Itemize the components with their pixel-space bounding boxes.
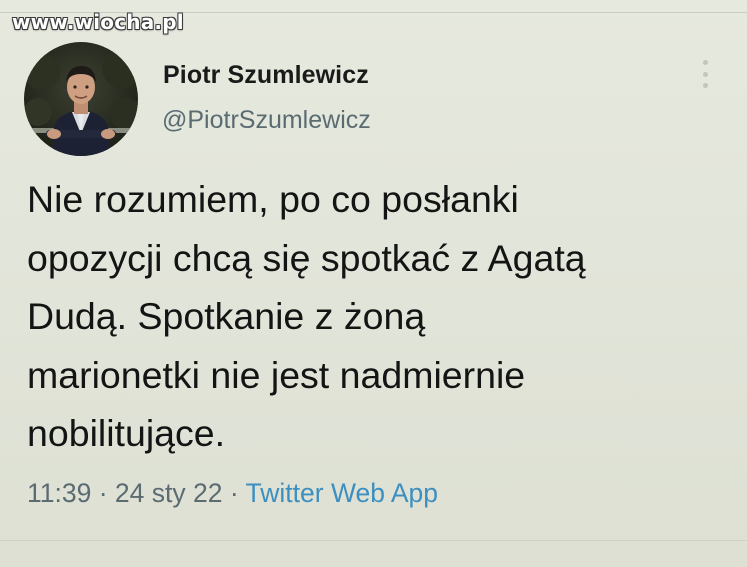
tweet-date[interactable]: 24 sty 22 [115, 478, 223, 508]
tweet-time[interactable]: 11:39 [27, 478, 91, 508]
more-options-button[interactable] [694, 58, 716, 90]
tweet-text-line: nobilitujące. [27, 412, 226, 454]
tweet-text-line: Dudą. Spotkanie z żoną [27, 295, 426, 337]
tweet-text-line: Nie rozumiem, po co posłanki [27, 178, 519, 220]
author-handle[interactable]: @PiotrSzumlewicz [162, 106, 371, 135]
tweet-text-line: marionetki nie jest nadmiernie [27, 353, 526, 396]
tweet-text-line: opozycji chcą się spotkać z Agatą [27, 236, 586, 279]
more-vertical-icon [702, 71, 708, 77]
bottom-divider [0, 540, 747, 541]
tweet-source-link[interactable]: Twitter Web App [246, 478, 438, 508]
tweet-card: www.wiocha.pl Piotr Szumlewicz @PiotrSzu… [0, 0, 747, 567]
avatar[interactable] [24, 42, 138, 156]
more-vertical-icon [702, 60, 708, 65]
tweet-meta: 11:39 · 24 sty 22 · Twitter Web App [27, 478, 438, 509]
avatar-photo [24, 42, 138, 156]
tweet-text: Nie rozumiem, po co posłanki opozycji ch… [27, 170, 717, 463]
watermark-logo: www.wiocha.pl [12, 10, 184, 34]
author-name[interactable]: Piotr Szumlewicz [163, 61, 369, 90]
meta-separator: · [91, 478, 115, 508]
meta-separator: · [222, 478, 246, 508]
more-vertical-icon [702, 83, 708, 88]
